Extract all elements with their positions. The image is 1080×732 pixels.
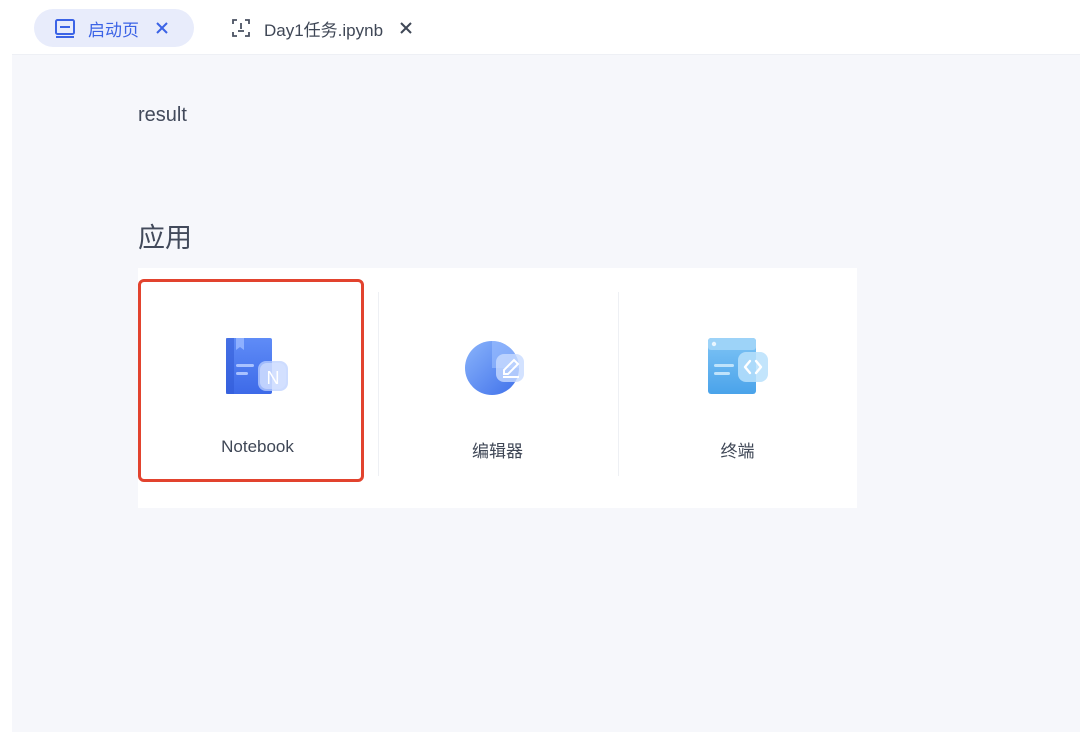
notebook-file-icon	[230, 18, 252, 38]
editor-icon	[462, 334, 534, 398]
app-card-editor-label: 编辑器	[472, 442, 523, 461]
app-card-notebook[interactable]: N Notebook	[138, 268, 377, 508]
launcher-icon	[54, 18, 76, 38]
app-launcher-grid: N Notebook 编辑器 终端	[138, 268, 857, 508]
notebook-icon: N	[222, 334, 294, 398]
tab-launcher-label: 启动页	[88, 20, 139, 40]
app-card-editor[interactable]: 编辑器	[378, 268, 617, 508]
app-card-notebook-label: Notebook	[221, 437, 294, 456]
section-result-heading: result	[138, 104, 187, 126]
close-icon[interactable]	[153, 19, 171, 37]
app-card-terminal[interactable]: 终端	[618, 268, 857, 508]
app-card-terminal-label: 终端	[720, 442, 755, 461]
section-apps-heading: 应用	[138, 223, 192, 253]
tab-notebook-file[interactable]: Day1任务.ipynb	[224, 9, 424, 47]
tab-bar: 启动页 Day1任务.ipynb	[12, 0, 1080, 55]
tab-notebook-file-label: Day1任务.ipynb	[264, 20, 384, 40]
tab-launcher[interactable]: 启动页	[34, 9, 194, 47]
terminal-icon	[702, 334, 774, 398]
close-icon[interactable]	[397, 19, 415, 37]
app-frame: 启动页 Day1任务.ipynb result 应用 N Notebook 编辑…	[12, 0, 1080, 732]
svg-text:N: N	[267, 368, 280, 388]
